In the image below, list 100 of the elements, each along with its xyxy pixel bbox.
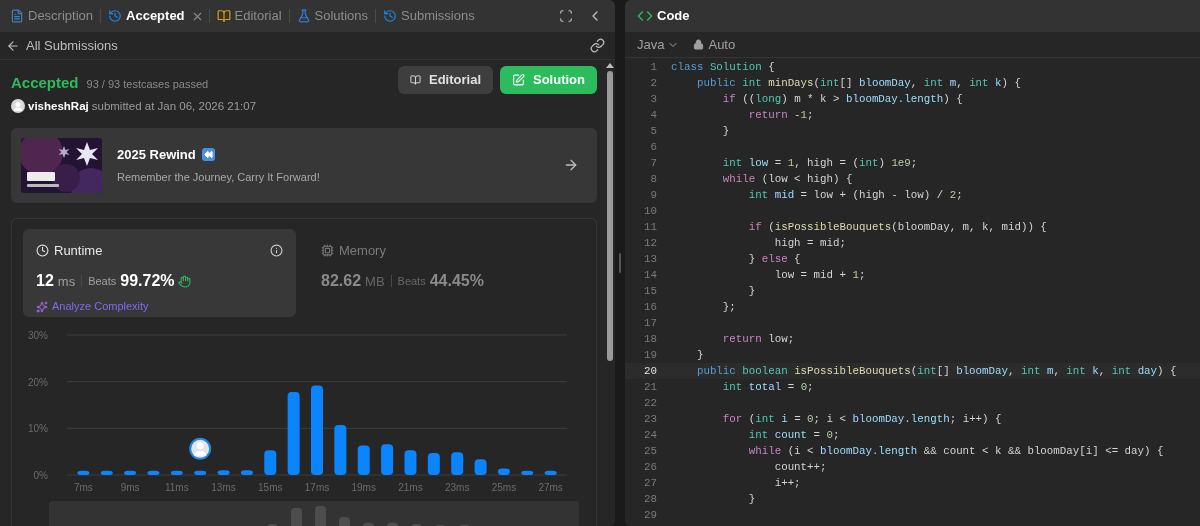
line-number: 16 xyxy=(643,299,657,315)
line-number: 24 xyxy=(643,427,657,443)
stat-title: Runtime xyxy=(54,241,103,260)
fullscreen-icon[interactable] xyxy=(559,9,573,23)
code-line: while (i < bloomDay.length && count < k && bloomDay[i] <= day) { xyxy=(747,443,1164,459)
line-number: 6 xyxy=(649,139,657,155)
line-number: 28 xyxy=(643,491,657,507)
chart-bar xyxy=(427,452,440,475)
line-number: 13 xyxy=(643,251,657,267)
axis-label: 21ms xyxy=(398,481,423,493)
tab[interactable]: Accepted xyxy=(106,6,187,26)
avatar-icon xyxy=(11,99,25,114)
tab[interactable]: Solutions xyxy=(294,6,370,26)
rewind-banner[interactable]: 2025 Rewind Remember the Journey, Carry It Forward! xyxy=(11,127,597,203)
line-number: 29 xyxy=(643,507,657,523)
line-number: 19 xyxy=(643,347,657,363)
stat-value: 82.62 xyxy=(321,271,362,292)
axis-label: 27ms xyxy=(538,481,563,493)
line-number: 20 xyxy=(643,363,657,379)
line-number: 1 xyxy=(649,59,657,75)
analyze-complexity-link[interactable]: Analyze Complexity xyxy=(52,298,149,315)
rewind-icon xyxy=(201,148,215,161)
chart-bar xyxy=(77,470,90,475)
line-number: 27 xyxy=(643,475,657,491)
line-number: 8 xyxy=(649,171,657,187)
axis-label: 7ms xyxy=(73,481,93,493)
editorial-button[interactable]: Editorial xyxy=(398,66,493,94)
book-icon xyxy=(216,9,231,23)
code-line: count++; xyxy=(773,459,827,475)
line-number: 12 xyxy=(643,235,657,251)
back-arrow-icon[interactable] xyxy=(6,38,20,53)
line-number: 21 xyxy=(643,379,657,395)
chart-bar xyxy=(217,470,230,475)
code-icon xyxy=(637,8,653,24)
chip-icon xyxy=(321,244,334,257)
history-icon xyxy=(108,9,123,23)
language-dropdown[interactable]: Java xyxy=(637,34,680,55)
banner-subtitle: Remember the Journey, Carry It Forward! xyxy=(117,170,320,186)
code-line: if (isPossibleBouquets(bloomDay, m, k, mid)) { xyxy=(747,219,1047,235)
code-line: i++; xyxy=(773,475,801,491)
line-number: 11 xyxy=(643,219,657,235)
chart-bar xyxy=(544,470,557,475)
edit-icon xyxy=(512,73,525,87)
line-number: 4 xyxy=(649,107,657,123)
code-line: low = mid + 1; xyxy=(773,267,866,283)
info-icon[interactable] xyxy=(270,244,283,257)
document-icon xyxy=(10,9,24,23)
code-line: while (low < high) { xyxy=(721,171,853,187)
line-number: 23 xyxy=(643,411,657,427)
code-line: class Solution { xyxy=(671,59,775,75)
history-icon xyxy=(383,9,397,23)
user-avatar-marker xyxy=(189,437,212,460)
line-number: 26 xyxy=(643,459,657,475)
code-line: } xyxy=(695,347,704,363)
tab[interactable]: Description xyxy=(8,6,96,26)
chart-bar xyxy=(404,450,417,475)
tab[interactable]: Submissions xyxy=(381,6,477,26)
stat-value: 12 xyxy=(36,271,54,292)
chart-bar xyxy=(170,470,183,475)
code-line: high = mid; xyxy=(773,235,846,251)
lock-icon xyxy=(693,39,705,50)
back-link[interactable]: All Submissions xyxy=(26,35,118,56)
beats-percent: 99.72% xyxy=(120,271,175,292)
line-number: 2 xyxy=(649,75,657,91)
chart-bar xyxy=(240,470,253,475)
code-line: int total = 0; xyxy=(721,379,814,395)
axis-label: 30% xyxy=(28,329,48,341)
beats-percent: 44.45% xyxy=(429,271,484,292)
stat-panel[interactable]: Memory 82.62 MB Beats 44.45% xyxy=(308,228,581,317)
chart-bar xyxy=(194,470,207,475)
line-number: 5 xyxy=(649,123,657,139)
code-line: public int minDays(int[] bloomDay, int m, int k) { xyxy=(695,75,1021,91)
mode-label: Auto xyxy=(708,35,736,54)
stat-unit: ms xyxy=(57,272,76,291)
line-number: 25 xyxy=(643,443,657,459)
code-line: int low = 1, high = (int) 1e9; xyxy=(721,155,918,171)
username[interactable]: visheshRaj xyxy=(28,97,89,115)
code-line: } xyxy=(747,283,756,299)
chart-bar xyxy=(100,470,113,475)
line-number: 15 xyxy=(643,283,657,299)
code-line: } else { xyxy=(747,251,801,267)
flask-icon xyxy=(296,9,311,23)
code-line: return low; xyxy=(721,331,795,347)
stat-panel[interactable]: Runtime 12 ms Beats 99.72% Analyze Complexity xyxy=(23,228,296,317)
axis-label: 9ms xyxy=(120,481,140,493)
link-icon[interactable] xyxy=(590,38,605,53)
clock-icon xyxy=(36,244,49,257)
chart-bar xyxy=(334,424,347,475)
tab[interactable]: Editorial xyxy=(214,6,284,26)
book-icon xyxy=(410,73,421,87)
code-line: return -1; xyxy=(747,107,814,123)
axis-label: 0% xyxy=(33,469,48,481)
code-line: public boolean isPossibleBouquets(int[] bloomDay, int m, int k, int day) { xyxy=(695,363,1177,379)
chart-bar xyxy=(147,470,160,475)
axis-label: 25ms xyxy=(491,481,517,493)
chart-bar xyxy=(497,468,510,475)
axis-label: 10% xyxy=(28,423,48,435)
chart-bar xyxy=(451,451,464,475)
chart-bar xyxy=(357,445,370,475)
code-line: int mid = low + (high - low) / 2; xyxy=(747,187,963,203)
